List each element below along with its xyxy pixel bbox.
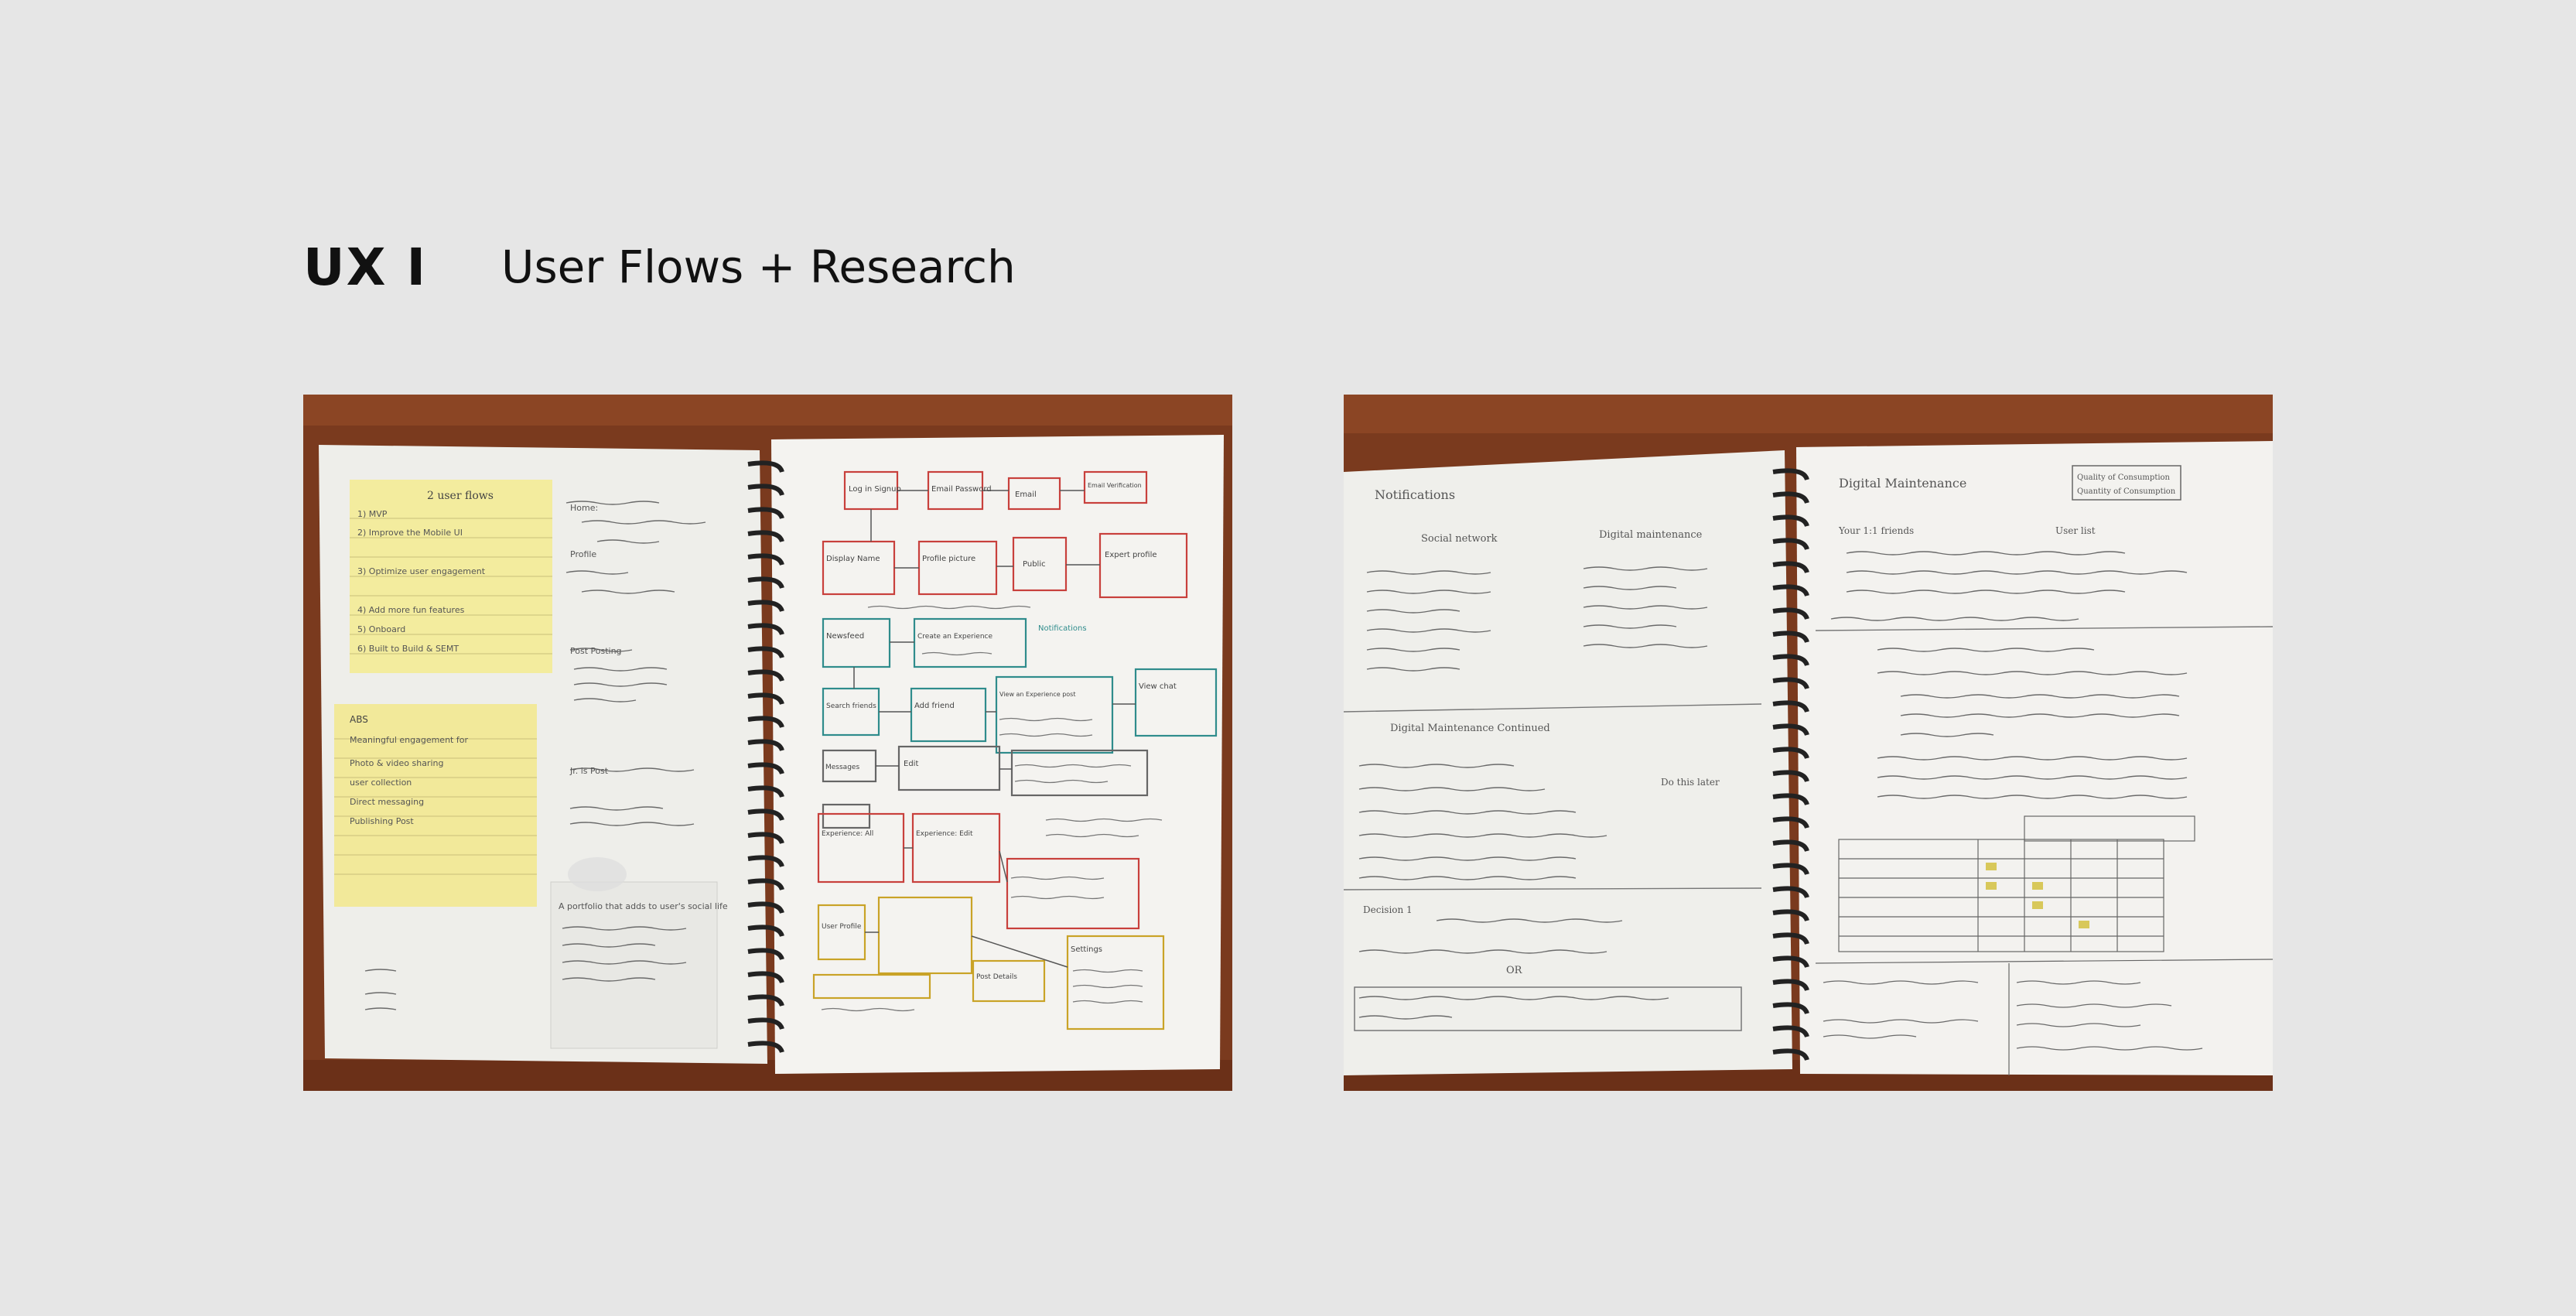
svg-text:Home:: Home: xyxy=(570,503,598,513)
page-subtitle: User Flows + Research xyxy=(501,241,1016,293)
svg-text:Notifications: Notifications xyxy=(1375,487,1455,502)
notebook-left-page xyxy=(1344,450,1792,1075)
svg-text:Experience: Edit: Experience: Edit xyxy=(916,830,973,838)
svg-text:View an Experience post: View an Experience post xyxy=(999,691,1075,698)
svg-text:Search friends: Search friends xyxy=(826,702,876,710)
svg-text:OR: OR xyxy=(1506,965,1523,976)
svg-text:Do this later: Do this later xyxy=(1661,777,1720,788)
svg-text:2) Improve the Mobile UI: 2) Improve the Mobile UI xyxy=(357,528,463,538)
svg-text:ABS: ABS xyxy=(350,714,368,725)
svg-text:Create an Experience: Create an Experience xyxy=(917,633,992,641)
svg-text:Meaningful engagement for: Meaningful engagement for xyxy=(350,735,468,745)
svg-text:6) Built to Build & SEMT: 6) Built to Build & SEMT xyxy=(357,644,459,654)
svg-text:View chat: View chat xyxy=(1139,682,1177,691)
svg-text:User list: User list xyxy=(2055,525,2096,536)
svg-text:Edit: Edit xyxy=(904,760,918,768)
svg-text:4) Add more fun features: 4) Add more fun features xyxy=(357,605,465,615)
right-notebook-photo: Notifications Social network Digital mai… xyxy=(1344,395,2273,1091)
svg-text:Digital maintenance: Digital maintenance xyxy=(1599,529,1703,541)
svg-text:Messages: Messages xyxy=(825,764,859,771)
svg-text:Settings: Settings xyxy=(1071,945,1102,954)
page-header: UX I User Flows + Research xyxy=(303,232,1016,302)
svg-text:Photo & video sharing: Photo & video sharing xyxy=(350,758,443,768)
svg-text:Quality of Consumption: Quality of Consumption xyxy=(2077,473,2171,482)
svg-text:Email Verification: Email Verification xyxy=(1088,482,1142,489)
svg-text:Public: Public xyxy=(1023,560,1046,569)
svg-text:Expert profile: Expert profile xyxy=(1105,551,1157,559)
svg-text:Publishing Post: Publishing Post xyxy=(350,816,414,826)
svg-text:Post Details: Post Details xyxy=(976,973,1017,981)
svg-text:Digital Maintenance: Digital Maintenance xyxy=(1839,476,1966,491)
svg-text:5) Onboard: 5) Onboard xyxy=(357,624,405,634)
svg-text:Log in Signup: Log in Signup xyxy=(849,485,901,494)
svg-text:Experience: All: Experience: All xyxy=(822,830,873,838)
svg-text:Social network: Social network xyxy=(1421,533,1498,545)
svg-text:3) Optimize user engagement: 3) Optimize user engagement xyxy=(357,566,486,576)
svg-text:Jr. is Post: Jr. is Post xyxy=(569,766,609,776)
svg-text:Profile picture: Profile picture xyxy=(922,555,975,563)
svg-text:Email Password: Email Password xyxy=(931,485,992,494)
svg-text:Newsfeed: Newsfeed xyxy=(826,632,864,641)
svg-text:A portfolio that adds to user': A portfolio that adds to user's social l… xyxy=(559,901,728,911)
page-title: UX I xyxy=(303,237,428,297)
svg-text:Email: Email xyxy=(1015,491,1037,499)
left-notebook-photo: 2 user flows 1) MVP 2) Improve the Mobil… xyxy=(303,395,1232,1091)
svg-text:Digital Maintenance Continued: Digital Maintenance Continued xyxy=(1390,723,1550,734)
svg-text:Your 1:1 friends: Your 1:1 friends xyxy=(1838,525,1914,536)
svg-text:Notifications: Notifications xyxy=(1038,624,1087,633)
svg-text:Direct messaging: Direct messaging xyxy=(350,797,424,807)
svg-text:user collection: user collection xyxy=(350,778,412,788)
svg-text:Profile: Profile xyxy=(570,549,596,559)
svg-text:Display Name: Display Name xyxy=(826,555,880,563)
svg-text:Quantity of Consumption: Quantity of Consumption xyxy=(2077,487,2176,496)
svg-text:1) MVP: 1) MVP xyxy=(357,509,388,519)
sticky-top-heading: 2 user flows xyxy=(427,490,494,502)
svg-text:Decision 1: Decision 1 xyxy=(1363,904,1413,915)
svg-text:Add friend: Add friend xyxy=(914,702,955,710)
svg-text:User Profile: User Profile xyxy=(822,923,862,931)
svg-text:Post Posting: Post Posting xyxy=(570,646,622,656)
